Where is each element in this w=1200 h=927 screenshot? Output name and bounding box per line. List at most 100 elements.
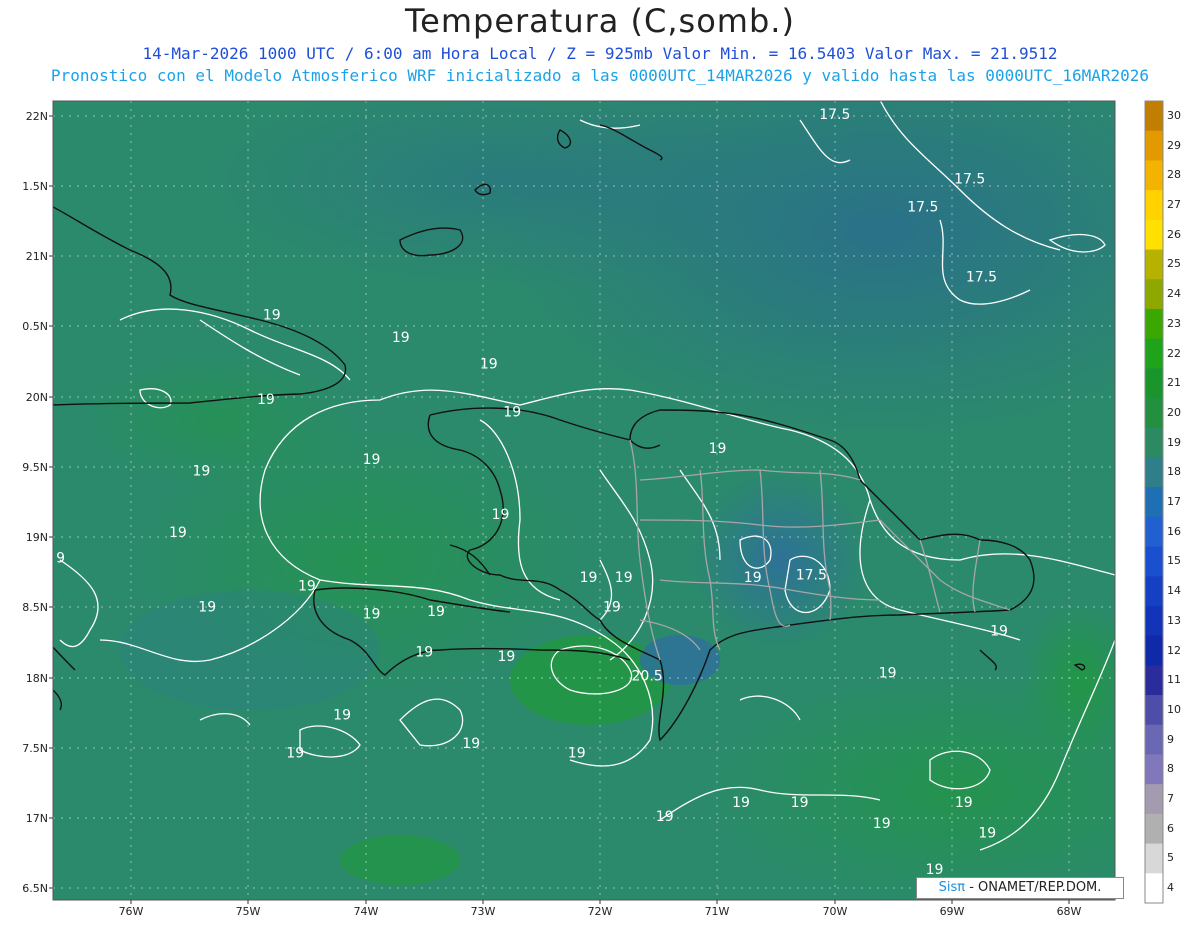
lat-label-16-5n: 6.5N (22, 882, 48, 895)
colorbar-swatch (1145, 219, 1163, 251)
colorbar-swatch (1145, 427, 1163, 458)
contour-label: 19 (263, 308, 281, 324)
contour-label: 19 (990, 624, 1008, 640)
contour-label: 19 (192, 463, 210, 479)
contour-label: 19 (363, 452, 381, 468)
contour-label: 19 (257, 392, 275, 408)
lat-label-20n: 20N (25, 391, 48, 404)
contour-label: 19 (480, 357, 498, 373)
colorbar-swatch (1145, 605, 1163, 637)
contour-label: 19 (580, 570, 598, 586)
contour-label: 19 (169, 525, 187, 541)
temperature-map: 17.5 17.5 17.5 17.5 19 19 19 19 19 19 19 19 19 19 19 19… (49, 100, 1164, 904)
contour-label: 19 (791, 795, 809, 811)
colorbar-swatch (1145, 308, 1163, 340)
colorbar-swatch (1145, 338, 1163, 369)
contour-label: 19 (462, 736, 480, 752)
lat-label-21-5n: 1.5N (22, 180, 48, 193)
contour-label: 19 (497, 649, 515, 665)
colorbar-label: 17 (1167, 495, 1181, 508)
lat-label-19n: 19N (25, 531, 48, 544)
contour-label: 17.5 (907, 200, 938, 216)
contour-label: 19 (298, 579, 316, 595)
contour-label: 19 (926, 862, 944, 878)
colorbar-label: 7 (1167, 792, 1174, 805)
colorbar-label: 22 (1167, 346, 1181, 360)
contour-label: 19 (568, 746, 586, 762)
colorbar-label: 20 (1167, 405, 1181, 419)
colorbar-swatch (1145, 546, 1163, 577)
lon-label-68w: 68W (1056, 905, 1082, 918)
lat-label-21n: 21N (25, 250, 48, 263)
colorbar-label: 12 (1167, 643, 1181, 657)
colorbar-label: 5 (1167, 851, 1174, 865)
colorbar-label: 24 (1167, 287, 1181, 301)
contour-label: 19 (955, 795, 973, 811)
colorbar-label: 4 (1167, 881, 1174, 895)
contour-label: 19 (198, 600, 216, 616)
contour-label: 19 (427, 604, 445, 620)
lon-label-70w: 70W (822, 905, 848, 918)
colorbar-swatch (1145, 784, 1163, 815)
colorbar-swatch (1145, 873, 1163, 904)
credit-box: Sisπ - ONAMET/REP.DOM. (916, 877, 1124, 899)
colorbar-label: 19 (1167, 435, 1181, 449)
lat-label-18n: 18N (25, 672, 48, 685)
colorbar-label: 11 (1167, 673, 1181, 687)
colorbar-label: 30 (1167, 108, 1181, 122)
contour-label: 19 (415, 645, 433, 661)
contour-label: 19 (732, 795, 750, 811)
lon-label-73w: 73W (470, 905, 496, 918)
colorbar-swatch (1145, 843, 1163, 874)
colorbar-label: 27 (1167, 198, 1181, 211)
colorbar-label: 10 (1167, 702, 1181, 716)
contour-label: 19 (392, 330, 410, 346)
colorbar-label: 14 (1167, 584, 1181, 598)
lon-label-71w: 71W (704, 905, 730, 918)
contour-label: 19 (333, 708, 351, 724)
contour-label: 19 (879, 666, 897, 682)
contour-label: 17.5 (966, 270, 997, 286)
colorbar-label: 8 (1167, 762, 1174, 776)
contour-label: 20.5 (632, 668, 663, 684)
colorbar-swatch (1145, 635, 1163, 666)
colorbar-swatch (1145, 101, 1163, 132)
contour-label: 19 (873, 816, 891, 832)
contour-label: 19 (363, 607, 381, 623)
lat-label-17-5n: 7.5N (22, 742, 48, 755)
colorbar-swatch (1145, 724, 1163, 755)
contour-label: 19 (492, 507, 510, 523)
lon-label-76w: 76W (118, 905, 144, 918)
lon-label-69w: 69W (939, 905, 965, 918)
colorbar-label: 28 (1167, 168, 1181, 182)
lat-label-19-5n: 9.5N (22, 461, 48, 474)
colorbar-swatch (1145, 665, 1163, 696)
contour-label: 9 (56, 551, 65, 567)
colorbar-swatch (1145, 695, 1163, 726)
colorbar-swatch (1145, 368, 1163, 399)
colorbar-swatch (1145, 249, 1163, 280)
colorbar-swatch (1145, 160, 1163, 191)
contour-label: 17.5 (954, 171, 985, 187)
colorbar-label: 26 (1167, 227, 1181, 241)
colorbar-label: 16 (1167, 524, 1181, 538)
colorbar-label: 9 (1167, 732, 1174, 746)
contour-label: 19 (709, 441, 727, 457)
contour-label: 17.5 (796, 567, 827, 583)
shaded-field (53, 101, 1115, 900)
colorbar-swatch (1145, 457, 1163, 488)
colorbar-label: 29 (1167, 138, 1181, 152)
lon-label-75w: 75W (235, 905, 261, 918)
colorbar-swatch (1145, 754, 1163, 785)
colorbar-swatch (1145, 279, 1163, 310)
contour-label: 17.5 (819, 107, 850, 123)
colorbar-label: 23 (1167, 316, 1181, 330)
colorbar-swatch (1145, 398, 1163, 429)
contour-label: 19 (603, 600, 621, 616)
colorbar-swatch (1145, 516, 1163, 548)
colorbar-swatch (1145, 190, 1163, 221)
colorbar-label: 25 (1167, 257, 1181, 271)
colorbar-label: 21 (1167, 376, 1181, 390)
contour-label: 19 (503, 405, 521, 421)
contour-label: 19 (615, 570, 633, 586)
